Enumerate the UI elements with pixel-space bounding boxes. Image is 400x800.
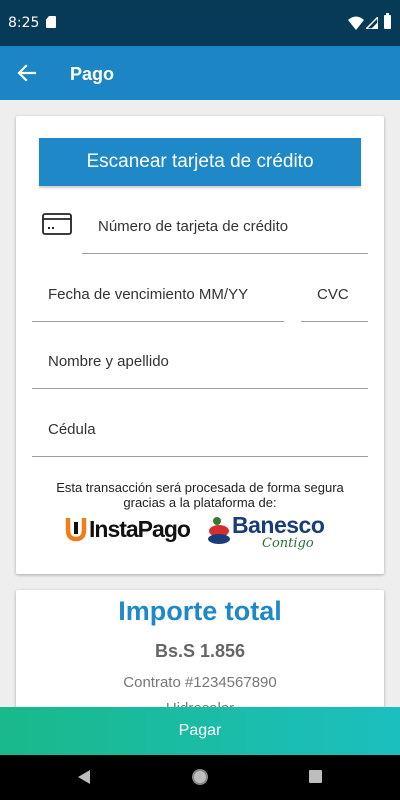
wifi-icon (348, 16, 364, 30)
card-number-field[interactable]: Número de tarjeta de crédito (82, 210, 368, 254)
id-underline (32, 456, 368, 457)
credit-card-icon (42, 213, 72, 235)
secure-text-line-1: Esta transacción será procesada de forma… (56, 480, 344, 495)
cvc-placeholder: CVC (317, 286, 349, 303)
banesco-logo: Banesco Contigo (206, 512, 336, 556)
payment-form-card: Escanear tarjeta de crédito Número de ta… (16, 116, 384, 574)
name-underline (32, 388, 368, 389)
status-bar: 8:25 (0, 0, 400, 46)
partner-logos: InstaPago Banesco Contigo (16, 512, 384, 556)
name-placeholder: Nombre y apellido (48, 353, 169, 370)
back-arrow-icon[interactable] (10, 56, 44, 90)
total-summary-card: Importe total Bs.S 1.856 Contrato #12345… (16, 590, 384, 720)
signal-icon (366, 17, 378, 29)
nav-recent-apps-icon[interactable] (309, 770, 322, 783)
cvc-field[interactable]: CVC (301, 278, 368, 322)
id-number-field[interactable]: Cédula (32, 413, 368, 457)
expiry-underline (32, 321, 284, 322)
secure-text-line-2: gracias a la plataforma de: (123, 495, 277, 510)
instapago-logo: InstaPago (65, 514, 191, 544)
sd-card-icon (46, 16, 56, 28)
banesco-logo-text: Banesco (232, 512, 325, 538)
full-name-field[interactable]: Nombre y apellido (32, 345, 368, 389)
expiry-placeholder: Fecha de vencimiento MM/YY (48, 286, 249, 303)
total-title: Importe total (118, 596, 282, 626)
card-number-placeholder: Número de tarjeta de crédito (98, 218, 289, 235)
cvc-underline (301, 321, 368, 322)
total-amount: Bs.S 1.856 (154, 641, 246, 661)
instapago-u-icon (65, 518, 87, 542)
secure-transaction-text: Esta transacción será procesada de forma… (16, 480, 384, 510)
contract-number: Contrato #1234567890 (123, 674, 277, 691)
app-bar: Pago (0, 46, 400, 100)
page-title: Pago (70, 64, 115, 84)
nav-back-icon[interactable] (76, 769, 92, 785)
banesco-tagline: Contigo (262, 536, 314, 551)
expiry-date-field[interactable]: Fecha de vencimiento MM/YY (32, 278, 284, 322)
pay-button[interactable]: Pagar (0, 707, 400, 755)
system-nav-bar (0, 755, 400, 800)
instapago-logo-text: InstaPago (89, 515, 191, 542)
status-time: 8:25 (8, 15, 40, 31)
banesco-symbol-icon (208, 517, 230, 544)
scan-card-button[interactable]: Escanear tarjeta de crédito (39, 138, 361, 186)
battery-icon (384, 13, 391, 29)
id-placeholder: Cédula (48, 421, 96, 438)
card-number-underline (82, 253, 368, 254)
nav-home-icon[interactable] (192, 769, 208, 785)
